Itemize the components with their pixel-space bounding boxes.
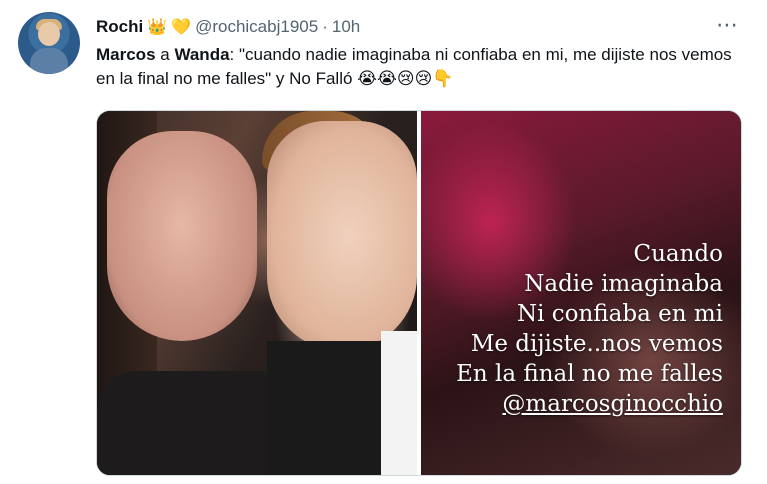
woman-face: [107, 131, 257, 341]
story-line: Nadie imaginaba: [524, 271, 723, 297]
avatar-body: [30, 48, 68, 74]
avatar[interactable]: [18, 12, 80, 74]
tweet-media[interactable]: Cuando Nadie imaginaba Ni confiaba en mi…: [96, 110, 742, 476]
heart-emoji: 💛: [171, 19, 192, 36]
story-line: En la final no me falles: [456, 361, 723, 387]
crown-emoji: 👑: [147, 19, 168, 36]
tweet-text-name-1: Marcos: [96, 45, 156, 64]
tweet-text-name-2: Wanda: [174, 45, 230, 64]
tweet-header: Rochi 👑 💛 @rochicabj1905 · 10h: [96, 14, 360, 40]
man-face: [267, 121, 417, 351]
story-mention: @marcosginocchio: [502, 391, 723, 417]
author-name[interactable]: Rochi: [96, 17, 143, 37]
separator-dot: ·: [322, 17, 328, 36]
story-photo[interactable]: Cuando Nadie imaginaba Ni confiaba en mi…: [421, 111, 741, 475]
more-horizontal-icon[interactable]: ⋯: [712, 14, 742, 36]
couple-photo[interactable]: [97, 111, 417, 475]
tweet-text: Marcos a Wanda: "cuando nadie imaginaba …: [96, 43, 736, 91]
tweet-text-emojis: 😭😭😢😢👇: [357, 69, 454, 88]
story-line: Cuando: [633, 241, 723, 267]
man-shirt: [381, 331, 417, 475]
author-handle[interactable]: @rochicabj1905: [195, 17, 318, 37]
story-line: Ni confiaba en mi: [516, 301, 723, 327]
story-line: Me dijiste..nos vemos: [470, 331, 723, 357]
story-text: Cuando Nadie imaginaba Ni confiaba en mi…: [456, 239, 723, 419]
timestamp[interactable]: 10h: [332, 17, 360, 37]
avatar-head: [38, 22, 60, 46]
tweet-text-connector: a: [155, 45, 175, 64]
